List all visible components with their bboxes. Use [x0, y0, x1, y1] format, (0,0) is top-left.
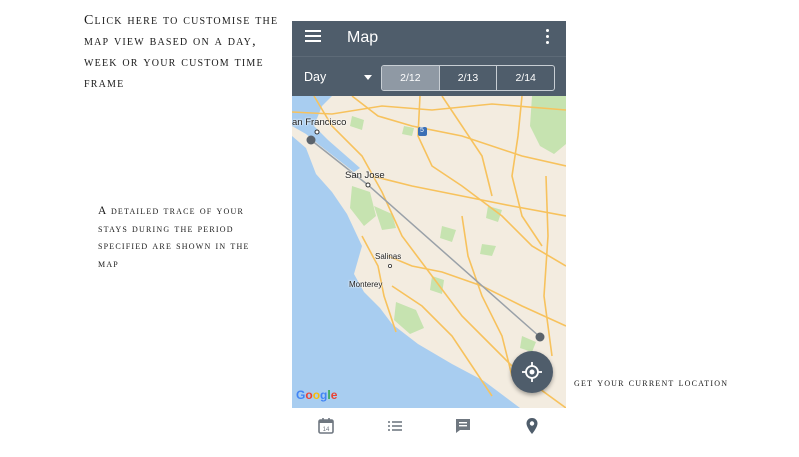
road	[292, 103, 566, 115]
road	[371, 175, 566, 217]
my-location-button[interactable]	[511, 351, 553, 393]
chat-icon	[456, 419, 470, 433]
more-vert-icon[interactable]	[544, 29, 550, 45]
park-area	[480, 244, 496, 256]
map-label-monterey: Monterey	[349, 280, 383, 289]
road	[461, 215, 513, 377]
date-tab-2-12[interactable]: 2/12	[382, 66, 439, 90]
map-label-san-jose: San Jose	[345, 170, 385, 181]
dropdown-caret-icon[interactable]	[364, 75, 372, 80]
map-label-salinas: Salinas	[375, 252, 402, 261]
list-icon	[388, 421, 402, 431]
nav-map[interactable]	[522, 416, 542, 436]
annotation-trace-description: A detailed trace of your stays during th…	[98, 205, 250, 270]
annotation-customise-view: Click here to customise the map view bas…	[84, 13, 279, 91]
hamburger-menu-icon[interactable]	[305, 30, 321, 44]
park-area	[520, 336, 536, 352]
date-tab-2-13[interactable]: 2/13	[438, 66, 497, 90]
park-area	[350, 186, 376, 226]
trace-stop-marker	[535, 332, 545, 342]
date-tab-group: 2/12 2/13 2/14	[381, 65, 555, 91]
filter-bar: Day 2/12 2/13 2/14	[292, 56, 566, 97]
app-bar: Map	[292, 21, 566, 56]
annotation-current-location: get your current location	[574, 377, 729, 389]
date-tab-2-14[interactable]: 2/14	[496, 66, 554, 90]
city-marker	[314, 129, 320, 135]
city-marker	[388, 263, 393, 268]
map-label-san-francisco: an Francisco	[292, 117, 347, 128]
park-area	[374, 206, 396, 230]
map-pin-icon	[526, 418, 538, 434]
calendar-icon: 14	[318, 418, 334, 434]
road	[543, 175, 553, 357]
calendar-day-number: 14	[323, 427, 330, 433]
city-marker	[365, 182, 371, 188]
bottom-navigation: 14	[292, 408, 566, 445]
my-location-icon	[522, 362, 542, 382]
nav-calendar[interactable]: 14	[316, 416, 336, 436]
trace-stop-marker	[306, 135, 316, 145]
road	[441, 96, 493, 197]
nav-list[interactable]	[385, 416, 405, 436]
park-area	[350, 116, 364, 130]
ocean-area	[292, 136, 520, 408]
nav-chat[interactable]	[453, 416, 473, 436]
highway-label: 5	[420, 127, 424, 134]
park-area	[430, 276, 444, 294]
google-logo: Google	[296, 388, 338, 402]
park-area	[530, 96, 566, 154]
phone-screen: Map Day 2/12 2/13 2/14 an Francisco San …	[292, 21, 566, 445]
park-area	[402, 126, 414, 136]
page-title: Map	[347, 29, 379, 46]
park-area	[440, 226, 456, 242]
